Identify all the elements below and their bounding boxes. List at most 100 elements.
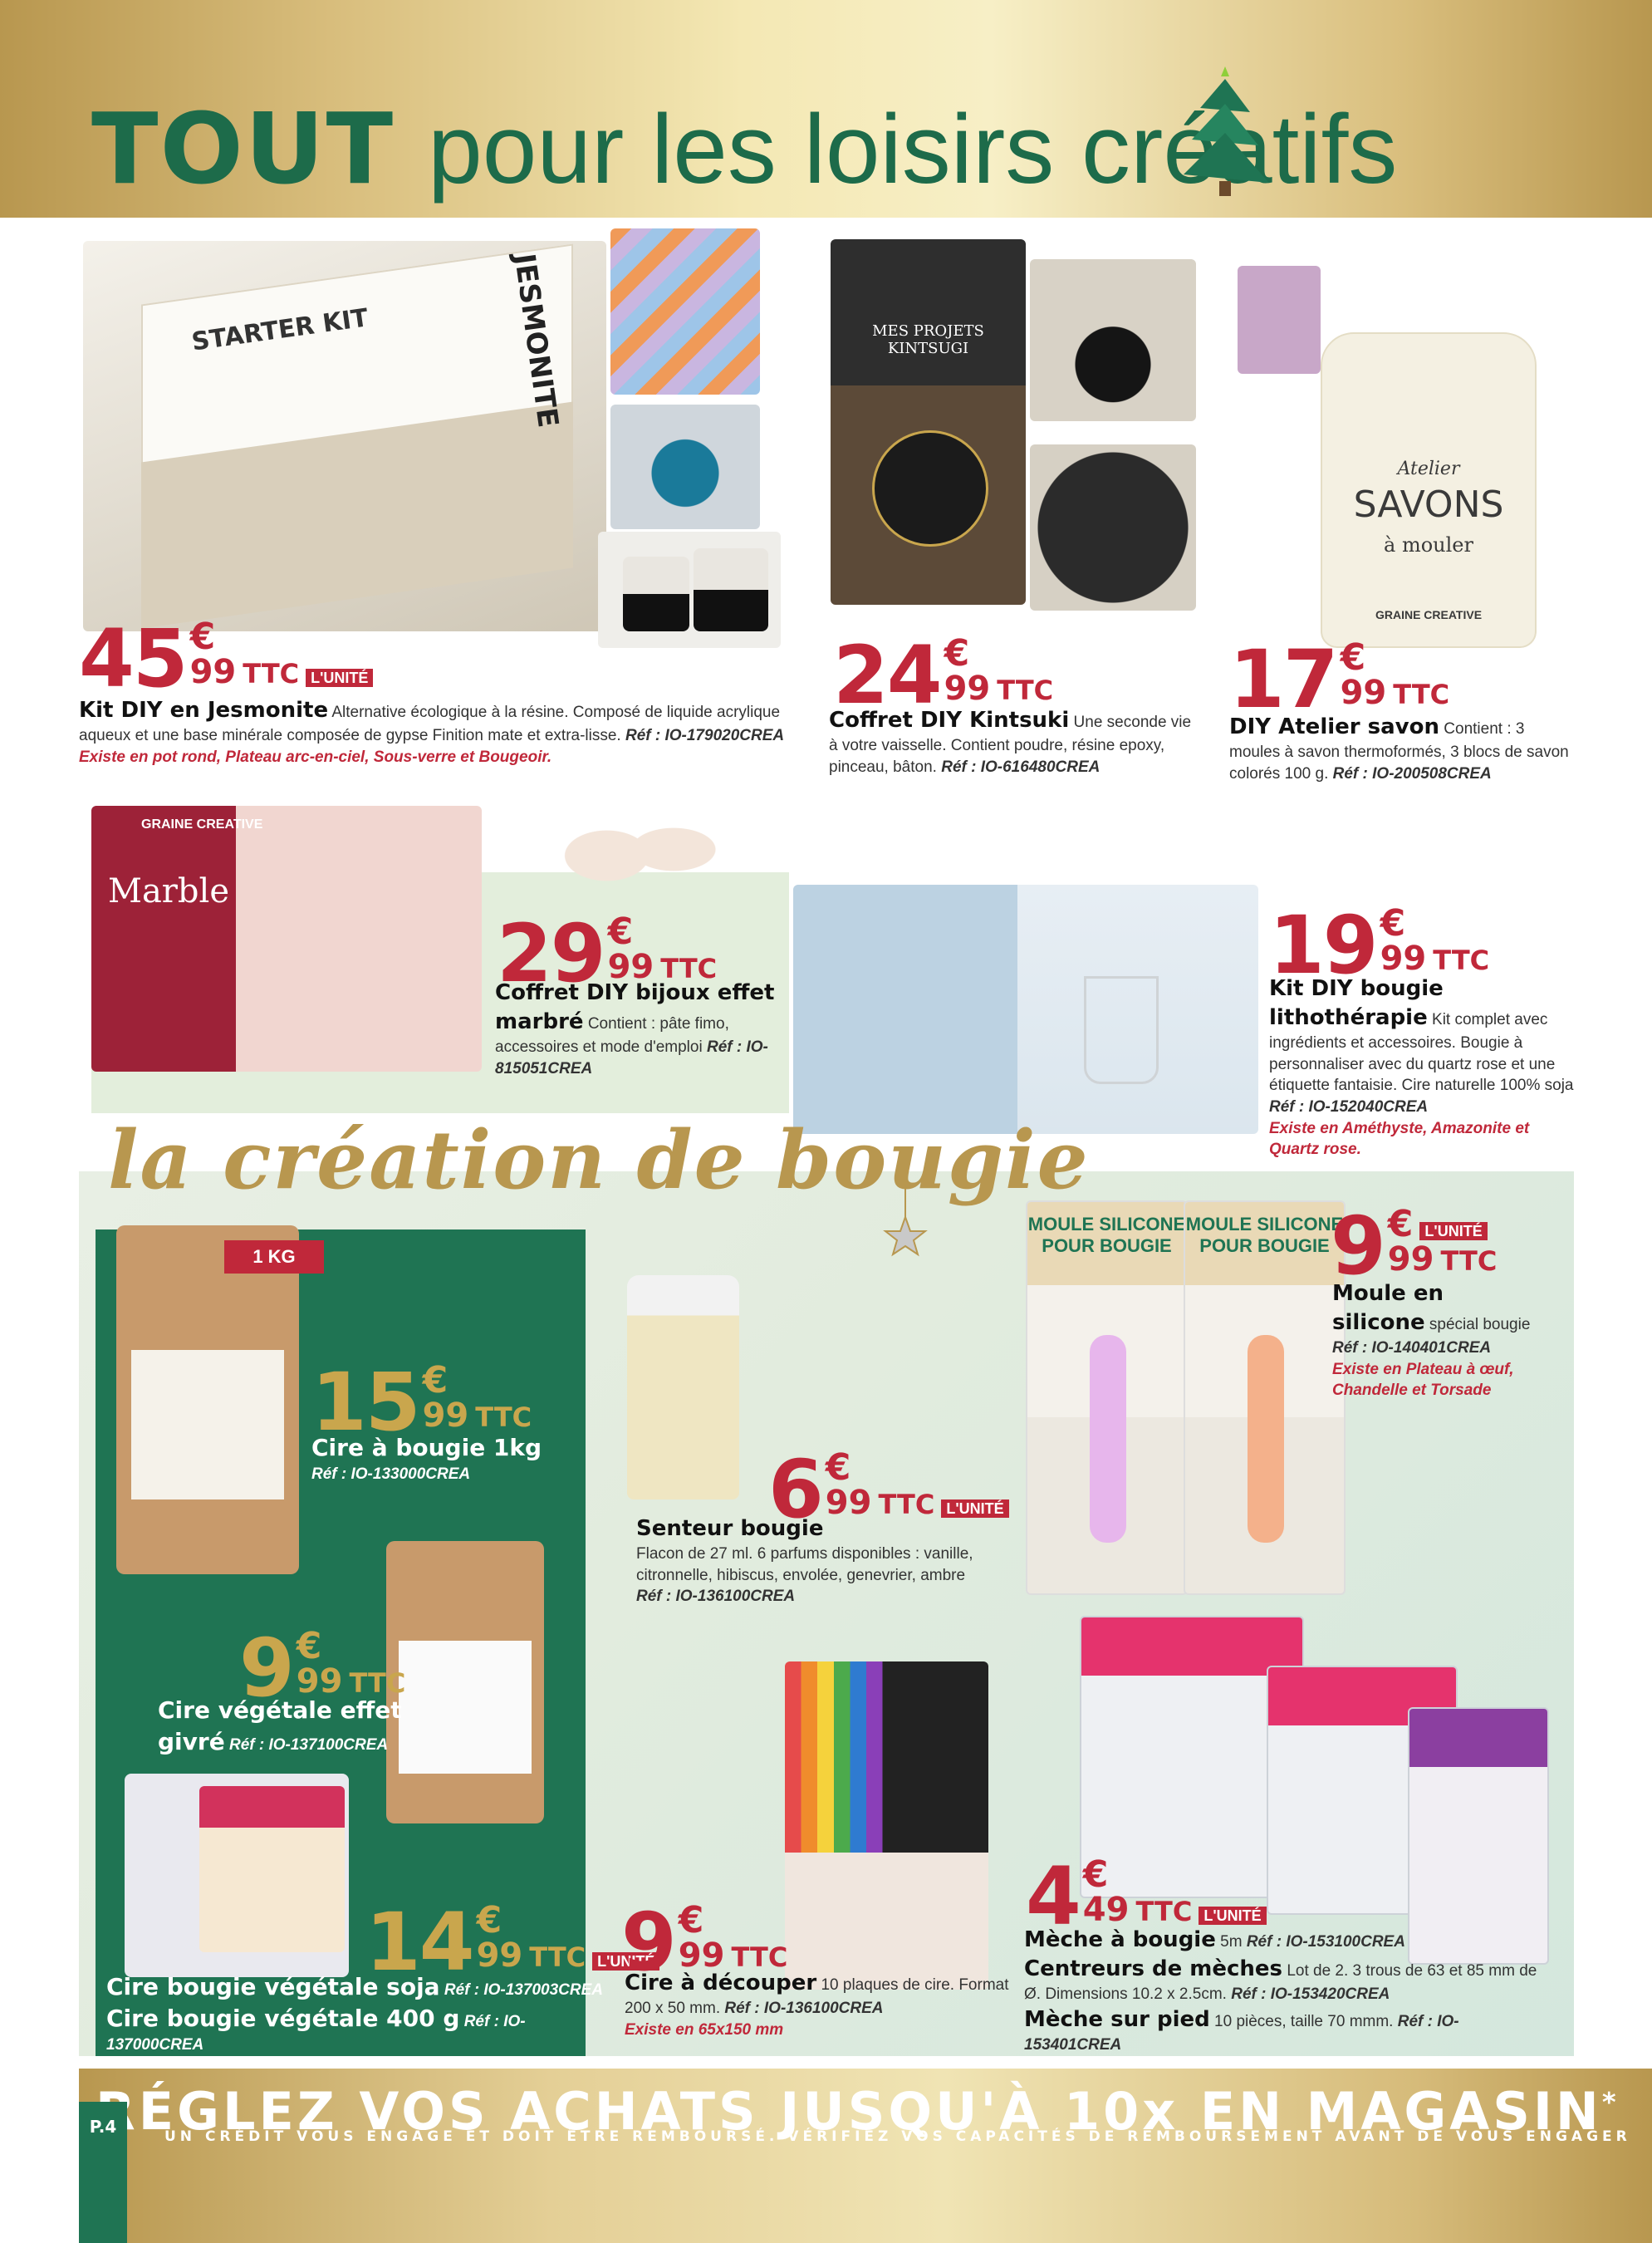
earrings-image: [540, 781, 731, 906]
price-kintsugi: 24 € 99 TTC: [833, 629, 1054, 722]
product-variants: Existe en pot rond, Plateau arc-en-ciel,…: [79, 748, 552, 766]
star-ornament-icon: [883, 1188, 928, 1257]
product-ref: Réf : IO-200508CREA: [1332, 764, 1492, 783]
price-cire1kg: 15 € 99 TTC: [311, 1359, 532, 1443]
price-savon: 17 € 99 TTC: [1229, 633, 1450, 726]
footer-disclaimer: UN CRÉDIT VOUS ENGAGE ET DOIT ÊTRE REMBO…: [164, 2128, 1631, 2145]
desc-decouper: Cire à découper 10 plaques de cire. Form…: [625, 1969, 1015, 2040]
product-name: Centreurs de mèches: [1024, 1956, 1283, 1982]
product-name: Coffret DIY Kintsuki: [829, 708, 1070, 733]
christmas-tree-icon: [1184, 66, 1269, 196]
price-euro: €: [825, 1446, 851, 1489]
desc-bijoux: Coffret DIY bijoux effet marbré Contient…: [495, 979, 777, 1079]
product-ref: Réf : IO-136100CREA: [724, 2000, 884, 2018]
kintsugi-box-image: MES PROJETS KINTSUGI: [831, 239, 1026, 605]
price-int: 19: [1269, 899, 1379, 992]
product-ref: Réf : IO-137100CREA: [228, 1735, 389, 1754]
price-soja: 14 € 99 TTC L'UNITÉ: [365, 1902, 660, 1982]
cire-vegetale-bag-image: [386, 1541, 544, 1823]
price-jesmonite: 45 € 99 TTC L'UNITÉ: [79, 612, 374, 705]
price-cents: 99: [944, 670, 991, 708]
bag-mouler-text: à mouler: [1384, 533, 1473, 557]
price-euro: €: [1082, 1853, 1109, 1896]
title-bold: TOUT: [91, 91, 395, 206]
price-euro: €: [607, 910, 634, 953]
mould-label: MOULE SILICONE POUR BOUGIE: [1185, 1202, 1344, 1285]
senteur-bottle-image: [627, 1275, 739, 1499]
cire-decouper-image: [785, 1661, 988, 1990]
bag-atelier-text: Atelier: [1397, 459, 1460, 479]
product-ref: Réf : IO-153420CREA: [1231, 1985, 1390, 2004]
desc-kintsugi: Coffret DIY Kintsuki Une seconde vie à v…: [829, 706, 1199, 778]
product-name: Kit DIY en Jesmonite: [79, 698, 329, 723]
price-cents: 99: [1380, 940, 1427, 978]
desc-moule: Moule en silicone spécial bougie Réf : I…: [1332, 1279, 1536, 1401]
product-variants: Existe en 65x150 mm: [625, 2020, 784, 2039]
cire-soja-box-image: [199, 1786, 345, 1952]
price-meche: 4 € 49 TTC L'UNITÉ: [1026, 1857, 1267, 1936]
product-name: DIY Atelier savon: [1229, 714, 1439, 739]
price-ttc: TTC: [1135, 1896, 1193, 1927]
unit-badge: L'UNITÉ: [1419, 1222, 1488, 1240]
price-euro: €: [422, 1359, 449, 1401]
footer-asterisk: *: [1601, 2086, 1620, 2118]
unit-badge: L'UNITÉ: [1199, 1907, 1267, 1925]
price-euro: €: [1380, 902, 1406, 945]
price-cents: 99: [1387, 1240, 1434, 1279]
price-int: 9: [1331, 1200, 1386, 1293]
product-name: Cire bougie végétale 400 g: [106, 2004, 460, 2032]
product-desc: spécial bougie: [1429, 1316, 1531, 1334]
price-ttc: TTC: [243, 658, 300, 690]
product-ref: Réf : IO-179020CREA: [625, 727, 785, 745]
price-cents: 99: [476, 1936, 523, 1975]
product-ref: Réf : IO-137003CREA: [444, 1981, 603, 1999]
price-cents: 49: [1082, 1891, 1130, 1929]
product-name: Senteur bougie: [636, 1516, 824, 1541]
price-ttc: TTC: [1393, 679, 1450, 710]
kintsugi-box-label: MES PROJETS KINTSUGI: [872, 322, 984, 357]
product-name: Mèche sur pied: [1024, 2006, 1210, 2032]
price-cents: 99: [296, 1662, 343, 1701]
price-cents: 99: [1340, 674, 1387, 712]
soap-bag-image: Atelier SAVONS à mouler GRAINE CREATIVE: [1296, 233, 1545, 648]
cire-1kg-bag-image: [116, 1225, 299, 1574]
price-euro: €: [189, 616, 216, 658]
desc-meche: Mèche à bougie 5m Réf : IO-153100CREA Ce…: [1024, 1926, 1556, 2056]
jesmonite-coaster-image: [610, 405, 760, 529]
desc-givre: Cire végétale effet givré Réf : IO-13710…: [158, 1695, 407, 1758]
product-ref: Réf : IO-136100CREA: [636, 1588, 796, 1606]
price-ttc: TTC: [731, 1941, 788, 1973]
price-ttc: TTC: [1440, 1245, 1498, 1277]
bougie-section-title: la création de bougie: [108, 1113, 1090, 1207]
product-desc: 5m: [1220, 1933, 1243, 1951]
jesmonite-kit-image: STARTER KIT JESMONITE: [83, 241, 606, 631]
desc-senteur: Senteur bougie Flacon de 27 ml. 6 parfum…: [636, 1514, 993, 1607]
price-int: 24: [833, 629, 943, 722]
price-ttc: TTC: [349, 1667, 406, 1699]
bag-brand-text: GRAINE CREATIVE: [1375, 608, 1483, 621]
product-ref: Réf : IO-153100CREA: [1246, 1933, 1405, 1951]
price-euro: €: [1387, 1203, 1414, 1245]
price-ttc: TTC: [475, 1401, 532, 1433]
bijoux-box-image: GRAINE CREATIVE Marble: [91, 806, 482, 1072]
bijoux-brand-text: GRAINE CREATIVE: [141, 817, 263, 832]
bag-savons-text: SAVONS: [1353, 483, 1504, 526]
lithotherapy-kit-image: [793, 885, 1258, 1134]
price-cents: 99: [422, 1396, 469, 1435]
product-name: Mèche à bougie: [1024, 1927, 1216, 1952]
product-ref: Réf : IO-616480CREA: [941, 758, 1101, 776]
kintsugi-vase-image: [1030, 259, 1196, 421]
product-variants: Existe en Plateau à œuf, Chandelle et To…: [1332, 1360, 1514, 1400]
price-lithotherapie: 19 € 99 TTC: [1269, 899, 1489, 992]
price-int: 4: [1026, 1850, 1081, 1943]
price-int: 17: [1229, 633, 1339, 726]
price-ttc: TTC: [997, 675, 1054, 706]
product-variants: Existe en Améthyste, Amazonite et Quartz…: [1269, 1119, 1530, 1159]
desc-soja: Cire bougie végétale soja Réf : IO-13700…: [106, 1971, 605, 2055]
moule-chandelle-image: MOULE SILICONE POUR BOUGIE: [1184, 1200, 1346, 1595]
price-int: 45: [79, 612, 189, 705]
product-ref: Réf : IO-152040CREA: [1269, 1098, 1429, 1117]
price-euro: €: [1340, 636, 1366, 679]
unit-badge: L'UNITÉ: [306, 669, 374, 687]
product-name: Cire bougie végétale soja: [106, 1973, 440, 2000]
